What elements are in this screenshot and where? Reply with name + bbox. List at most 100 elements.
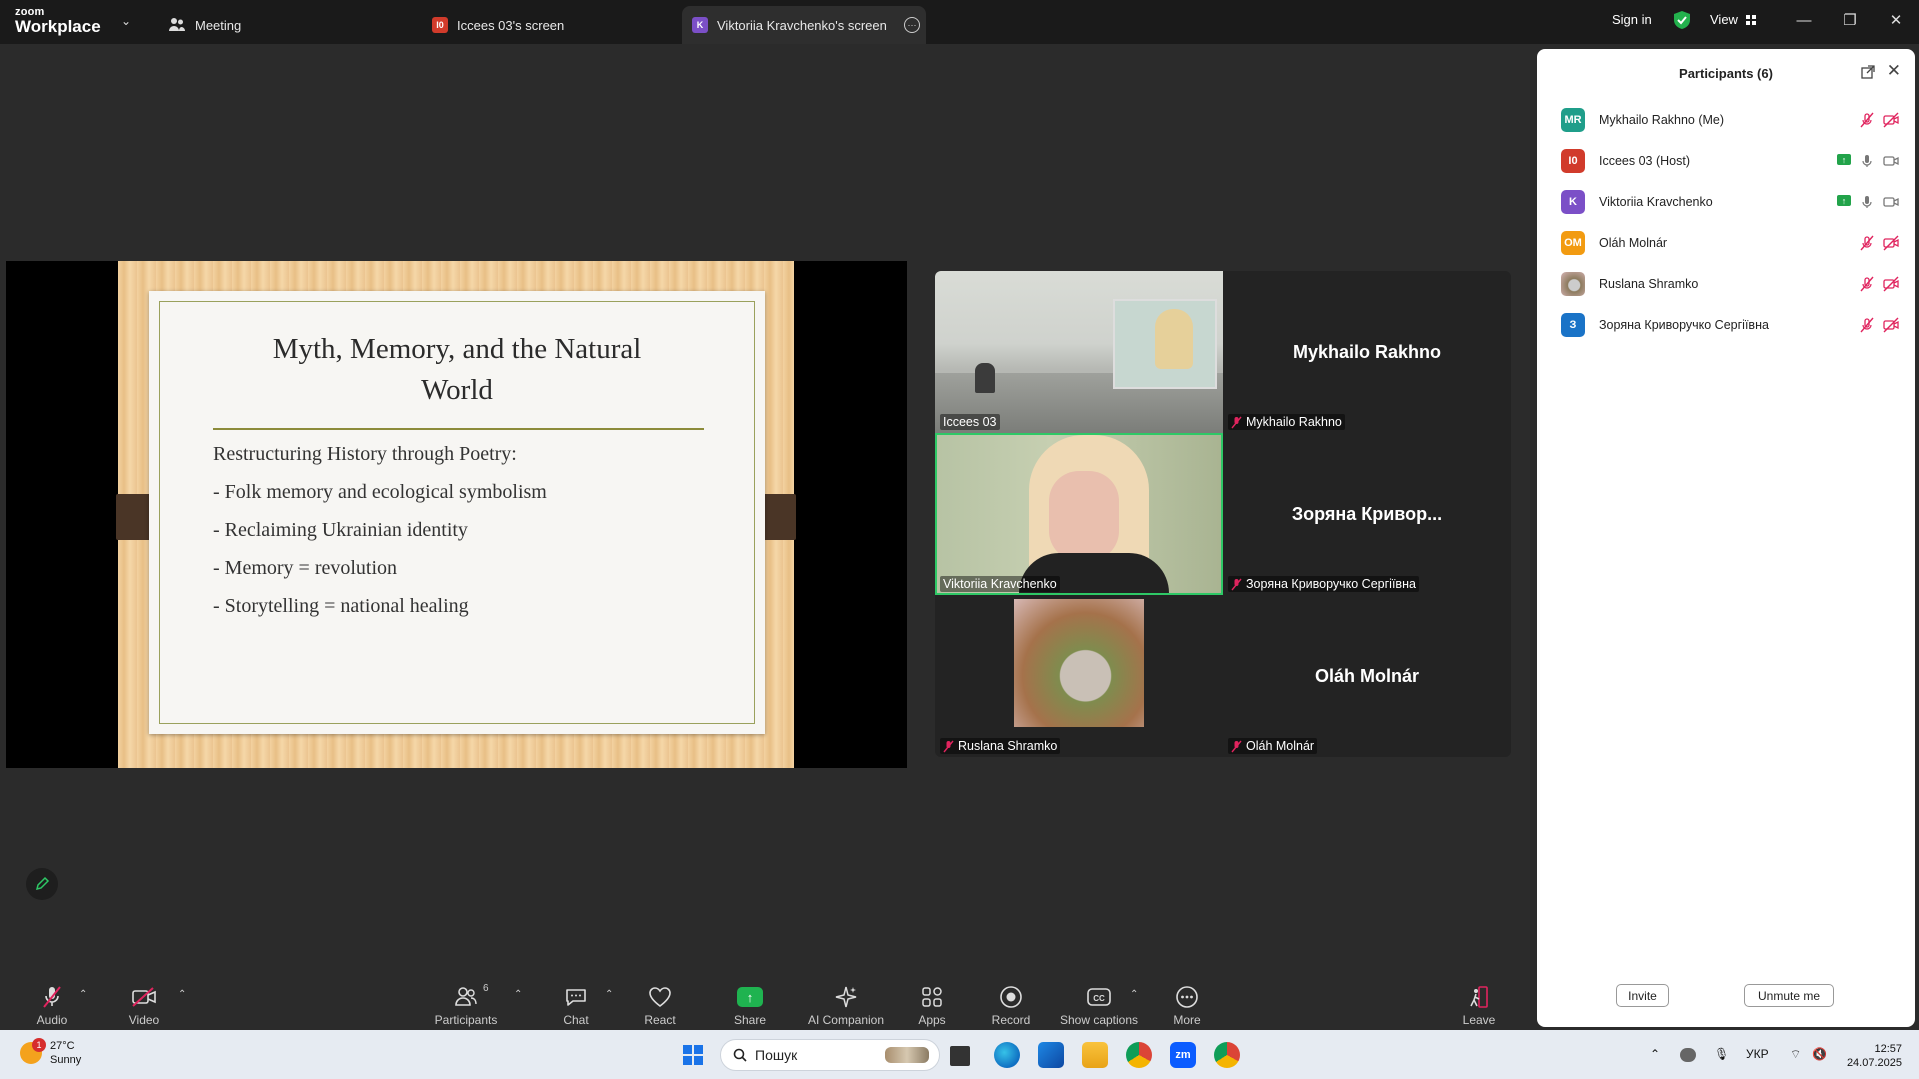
video-feed — [935, 271, 1223, 433]
video-icon[interactable] — [1883, 153, 1899, 169]
mic-icon[interactable] — [1859, 153, 1875, 169]
participant-name: Зоряна Криворучко Сергіївна — [1599, 317, 1769, 332]
leave-button[interactable]: Leave — [1439, 975, 1519, 1030]
share-screen-icon: ↑ — [737, 987, 763, 1007]
input-language[interactable]: УКР — [1746, 1047, 1769, 1061]
video-label: Video — [128, 1013, 160, 1027]
tray-overflow-chevron-icon[interactable]: ⌃ — [1650, 1047, 1660, 1061]
chat-button[interactable]: Chat — [536, 975, 616, 1030]
video-tile-mykhailo[interactable]: Mykhailo Rakhno Mykhailo Rakhno — [1223, 271, 1511, 433]
participant-row[interactable]: Ruslana Shramko — [1537, 263, 1915, 304]
mic-muted-icon[interactable] — [1859, 276, 1875, 292]
encryption-shield-icon[interactable] — [1672, 10, 1692, 30]
top-bar: zoom Workplace ⌄ Meeting I0 Iccees 03's … — [0, 0, 1919, 44]
participants-list: MR Mykhailo Rakhno (Me) I0 Iccees 03 (Ho… — [1537, 99, 1915, 345]
participants-button[interactable]: 6 Participants — [426, 975, 506, 1030]
record-button[interactable]: Record — [971, 975, 1051, 1030]
participant-name: Oláh Molnár — [1599, 235, 1668, 250]
task-view-icon[interactable] — [950, 1046, 970, 1066]
video-off-icon[interactable] — [1883, 112, 1899, 128]
chat-options-chevron-icon[interactable]: ⌃ — [605, 989, 613, 1000]
onedrive-icon[interactable] — [1680, 1048, 1696, 1062]
ai-companion-button[interactable]: AI Companion — [806, 975, 886, 1030]
video-gallery: Iccees 03 Mykhailo Rakhno Mykhailo Rakhn… — [935, 271, 1511, 757]
tab-meeting[interactable]: Meeting — [168, 6, 241, 44]
mic-muted-icon[interactable] — [1859, 112, 1875, 128]
shared-screen[interactable]: Myth, Memory, and the Natural World Rest… — [6, 261, 907, 768]
tab-avatar-badge: K — [692, 17, 708, 33]
video-button[interactable]: Video — [104, 975, 184, 1030]
more-button[interactable]: More — [1147, 975, 1227, 1030]
video-options-chevron-icon[interactable]: ⌃ — [178, 989, 186, 1000]
microphone-tray-icon[interactable]: 🎙 — [1714, 1047, 1729, 1061]
people-icon — [169, 18, 185, 31]
mic-muted-icon — [943, 740, 954, 752]
audio-button[interactable]: Audio — [12, 975, 92, 1030]
volume-muted-icon[interactable]: 🔇 — [1812, 1047, 1827, 1061]
zoom-workplace-logo[interactable]: zoom Workplace — [15, 7, 101, 36]
tile-name-label: Iccees 03 — [940, 414, 1000, 430]
chat-label: Chat — [563, 1013, 589, 1027]
tab-iccees-screen[interactable]: I0 Iccees 03's screen — [432, 6, 564, 44]
video-tile-olah[interactable]: Oláh Molnár Oláh Molnár — [1223, 595, 1511, 757]
weather-widget[interactable]: 1 27°C Sunny — [20, 1038, 81, 1067]
captions-options-chevron-icon[interactable]: ⌃ — [1130, 989, 1138, 1000]
microsoft-store-icon[interactable] — [1038, 1042, 1064, 1068]
video-off-icon[interactable] — [1883, 276, 1899, 292]
zoom-taskbar-icon[interactable]: zm — [1170, 1042, 1196, 1068]
file-explorer-icon[interactable] — [1082, 1042, 1108, 1068]
pop-out-icon[interactable] — [1861, 65, 1875, 79]
wifi-icon[interactable]: ⌔ — [1790, 1047, 1801, 1062]
mic-muted-icon[interactable] — [1859, 317, 1875, 333]
avatar: OM — [1561, 230, 1585, 255]
app-menu-chevron-icon[interactable]: ⌄ — [121, 14, 131, 28]
chrome-profile-icon[interactable] — [1214, 1042, 1240, 1068]
video-tile-zoriana[interactable]: Зоряна Кривор... Зоряна Криворучко Сергі… — [1223, 433, 1511, 595]
tab-avatar-badge: I0 — [432, 17, 448, 33]
participant-row[interactable]: I0 Iccees 03 (Host) ↑ — [1537, 140, 1915, 181]
audio-options-chevron-icon[interactable]: ⌃ — [79, 989, 87, 1000]
annotate-pencil-icon[interactable] — [26, 868, 58, 900]
video-icon[interactable] — [1883, 194, 1899, 210]
video-off-icon[interactable] — [1883, 317, 1899, 333]
mic-icon[interactable] — [1859, 194, 1875, 210]
video-tile-viktoriia[interactable]: Viktoriia Kravchenko — [935, 433, 1223, 595]
mic-muted-icon[interactable] — [1859, 235, 1875, 251]
slide-bullet: - Reclaiming Ukrainian identity — [213, 519, 468, 541]
tab-viktoriia-screen[interactable]: K Viktoriia Kravchenko's screen ⋯ — [682, 6, 926, 44]
leave-label: Leave — [1462, 1013, 1496, 1027]
view-button[interactable]: View — [1710, 12, 1756, 27]
show-captions-button[interactable]: CC Show captions — [1059, 975, 1139, 1030]
system-clock[interactable]: 12:57 24.07.2025 — [1842, 1042, 1902, 1070]
svg-text:CC: CC — [1093, 994, 1105, 1003]
close-panel-icon[interactable]: ✕ — [1887, 62, 1901, 79]
video-tile-iccees[interactable]: Iccees 03 — [935, 271, 1223, 433]
windows-start-icon[interactable] — [683, 1045, 703, 1065]
video-tile-ruslana[interactable]: Ruslana Shramko — [935, 595, 1223, 757]
taskbar-search[interactable]: Пошук — [720, 1039, 940, 1071]
sign-in-link[interactable]: Sign in — [1612, 12, 1652, 27]
share-button[interactable]: ↑ Share — [710, 975, 790, 1030]
participant-row[interactable]: MR Mykhailo Rakhno (Me) — [1537, 99, 1915, 140]
slide-subtitle: Restructuring History through Poetry: — [213, 443, 517, 465]
participants-options-chevron-icon[interactable]: ⌃ — [514, 989, 522, 1000]
participant-row[interactable]: З Зоряна Криворучко Сергіївна — [1537, 304, 1915, 345]
participant-row[interactable]: OM Oláh Molnár — [1537, 222, 1915, 263]
participants-count: 6 — [483, 983, 489, 994]
chrome-icon[interactable] — [1126, 1042, 1152, 1068]
record-icon — [1000, 986, 1022, 1008]
notification-badge: 1 — [32, 1038, 46, 1052]
temperature: 27°C — [50, 1040, 75, 1052]
audio-label: Audio — [36, 1013, 68, 1027]
more-options-icon[interactable]: ⋯ — [904, 17, 920, 33]
react-button[interactable]: React — [620, 975, 700, 1030]
edge-browser-icon[interactable] — [994, 1042, 1020, 1068]
close-icon[interactable]: ✕ — [1884, 8, 1908, 32]
participant-row[interactable]: K Viktoriia Kravchenko ↑ — [1537, 181, 1915, 222]
restore-icon[interactable]: ❐ — [1838, 8, 1862, 32]
slide-title-line2: World — [421, 374, 493, 406]
apps-button[interactable]: Apps — [892, 975, 972, 1030]
video-off-icon[interactable] — [1883, 235, 1899, 251]
minimize-icon[interactable]: — — [1792, 8, 1816, 32]
clock-date: 24.07.2025 — [1846, 1057, 1902, 1069]
